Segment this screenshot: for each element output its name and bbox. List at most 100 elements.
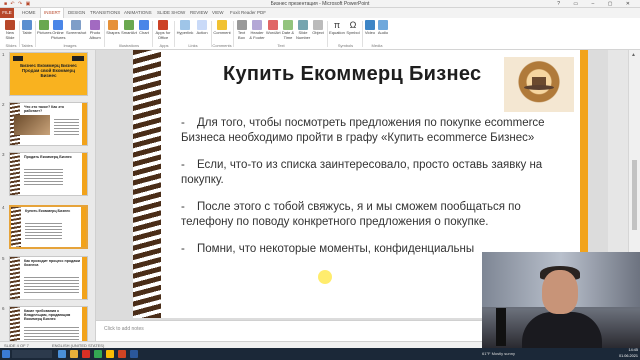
slide-image-waiter[interactable] xyxy=(504,57,574,112)
group-apps: Apps xyxy=(159,43,169,48)
symbol-button[interactable]: Ω Symbol xyxy=(346,20,360,42)
webcam-overlay xyxy=(482,252,640,348)
taskbar-app-icon[interactable] xyxy=(94,350,102,358)
photo-album-button[interactable]: Photo Album xyxy=(88,20,102,42)
window-controls[interactable]: ? ▭ – ▢ ✕ xyxy=(557,0,636,8)
group-tables: Tables xyxy=(21,43,33,48)
equation-button[interactable]: π Equation xyxy=(329,20,345,42)
thumb-title: Какие требования к Владельцам, продающим… xyxy=(24,309,71,321)
header-footer-icon xyxy=(252,20,262,30)
taskbar-app-icon[interactable] xyxy=(106,350,114,358)
shapes-icon xyxy=(108,20,118,30)
slide-thumbnail-3[interactable]: Продать Екоммерц Бизнес xyxy=(9,152,88,196)
chart-icon xyxy=(139,20,149,30)
slide-number-button[interactable]: Slide Number xyxy=(296,20,310,42)
tab-view[interactable]: VIEW xyxy=(212,8,224,18)
action-button[interactable]: Action xyxy=(195,20,209,42)
microphone xyxy=(496,308,506,346)
slide-paragraph: - Если, что-то из списка заинтересовало, … xyxy=(181,159,543,186)
slide-paragraph: - После этого с тобой свяжусь, я и мы смо… xyxy=(181,201,521,228)
word-icon[interactable] xyxy=(130,350,138,358)
thumb-title: Продать Екоммерц Бизнес xyxy=(24,155,72,159)
slide-decoration-wave xyxy=(133,50,161,318)
bullet-dash: - xyxy=(181,201,185,213)
screenshot-button[interactable]: Screenshot xyxy=(66,20,86,42)
window-title: Бизнес презентация - Microsoft PowerPoin… xyxy=(270,1,370,7)
tab-insert[interactable]: INSERT xyxy=(40,7,65,18)
tab-file[interactable]: FILE xyxy=(0,8,14,18)
pictures-button[interactable]: Pictures xyxy=(37,20,51,42)
taskbar-app-icon[interactable] xyxy=(82,350,90,358)
object-button[interactable]: Object xyxy=(311,20,325,42)
tab-design[interactable]: DESIGN xyxy=(68,8,85,18)
taskbar-app-icon[interactable] xyxy=(58,350,66,358)
scroll-up-icon[interactable]: ▲ xyxy=(631,52,636,58)
group-comments: Comments xyxy=(212,43,232,48)
table-icon xyxy=(22,20,32,30)
tab-animations[interactable]: ANIMATIONS xyxy=(124,8,152,18)
scrollbar-thumb[interactable] xyxy=(632,160,637,230)
thumb-number: 6 xyxy=(2,306,5,311)
smartart-icon xyxy=(124,20,134,30)
video-button[interactable]: Video xyxy=(364,20,376,42)
thumb-title: Что это такое? Как это работает? xyxy=(24,105,65,113)
chart-button[interactable]: Chart xyxy=(138,20,150,42)
group-links: Links xyxy=(188,43,198,48)
powerpoint-icon[interactable] xyxy=(118,350,126,358)
photo-album-icon xyxy=(90,20,100,30)
thumb-number: 2 xyxy=(2,102,5,107)
hyperlink-icon xyxy=(180,20,190,30)
powerpoint-window: ■ ↶ ↷ ▣ Бизнес презентация - Microsoft P… xyxy=(0,0,640,360)
text-box-icon xyxy=(236,20,247,30)
new-slide-icon xyxy=(5,20,15,30)
slide-thumbnail-1[interactable]: Бизнес Екоммерц Бизнес Продам свой Екомм… xyxy=(9,52,88,96)
video-icon xyxy=(365,20,375,30)
slide-thumbnail-6[interactable]: Какие требования к Владельцам, продающим… xyxy=(9,306,88,341)
hyperlink-button[interactable]: Hyperlink xyxy=(176,20,194,42)
header-footer-button[interactable]: Header & Footer xyxy=(249,20,265,42)
tab-review[interactable]: REVIEW xyxy=(190,8,208,18)
mouse-cursor-highlight xyxy=(318,270,332,284)
tab-transitions[interactable]: TRANSITIONS xyxy=(90,8,120,18)
slide-paragraph: - Для того, чтобы посмотреть предложения … xyxy=(181,117,545,144)
presenter-face xyxy=(542,270,578,314)
smartart-button[interactable]: SmartArt xyxy=(121,20,137,42)
folder-icon[interactable] xyxy=(70,350,78,358)
taskbar-search[interactable] xyxy=(12,350,52,358)
tab-home[interactable]: HOME xyxy=(22,8,36,18)
weather-widget[interactable]: 61°F Mostly sunny xyxy=(482,348,515,360)
slide-thumbnail-2[interactable]: Что это такое? Как это работает? xyxy=(9,102,88,146)
wordart-icon xyxy=(268,20,278,30)
wordart-button[interactable]: WordArt xyxy=(266,20,281,42)
group-media: Media xyxy=(371,43,383,48)
slide-thumbnail-5[interactable]: Как проходит процесс продажи бизнеса xyxy=(9,256,88,300)
shapes-button[interactable]: Shapes xyxy=(106,20,120,42)
title-bar: ■ ↶ ↷ ▣ Бизнес презентация - Microsoft P… xyxy=(0,0,640,8)
notes-placeholder: Click to add notes xyxy=(104,326,144,332)
system-clock[interactable]: 14:45 01.06.2021 xyxy=(614,348,638,360)
start-icon[interactable] xyxy=(2,350,10,358)
slide-number-icon xyxy=(298,20,308,30)
date-time-button[interactable]: Date & Time xyxy=(281,20,295,42)
pi-icon: π xyxy=(332,20,342,30)
amz-logo xyxy=(13,56,23,61)
online-pictures-button[interactable]: Online Pictures xyxy=(51,20,65,42)
amazon-logo xyxy=(72,56,84,61)
text-box-button[interactable]: Text Box xyxy=(235,20,248,42)
new-slide-button[interactable]: New Slide xyxy=(3,20,17,42)
table-button[interactable]: Table xyxy=(21,20,33,42)
windows-taskbar: 61°F Mostly sunny xyxy=(0,348,640,360)
slide-title[interactable]: Купить Екоммерц Бизнес xyxy=(223,63,481,86)
slide-thumbnail-4[interactable]: Купить Екоммерц Бизнес xyxy=(9,205,88,249)
slide-thumbnails-pane[interactable]: 1 Бизнес Екоммерц Бизнес Продам свой Еко… xyxy=(0,50,96,341)
group-slides: Slides xyxy=(5,43,17,48)
comment-button[interactable]: Comment xyxy=(213,20,231,42)
bullet-dash: - xyxy=(181,117,185,129)
audio-button[interactable]: Audio xyxy=(377,20,389,42)
tab-slide-show[interactable]: SLIDE SHOW xyxy=(157,8,185,18)
tab-foxit-pdf[interactable]: Foxit Reader PDF xyxy=(230,8,266,18)
apps-for-office-button[interactable]: Apps for Office xyxy=(154,20,172,42)
online-pictures-icon xyxy=(53,20,63,30)
object-icon xyxy=(313,20,323,30)
bullet-dash: - xyxy=(181,243,185,255)
